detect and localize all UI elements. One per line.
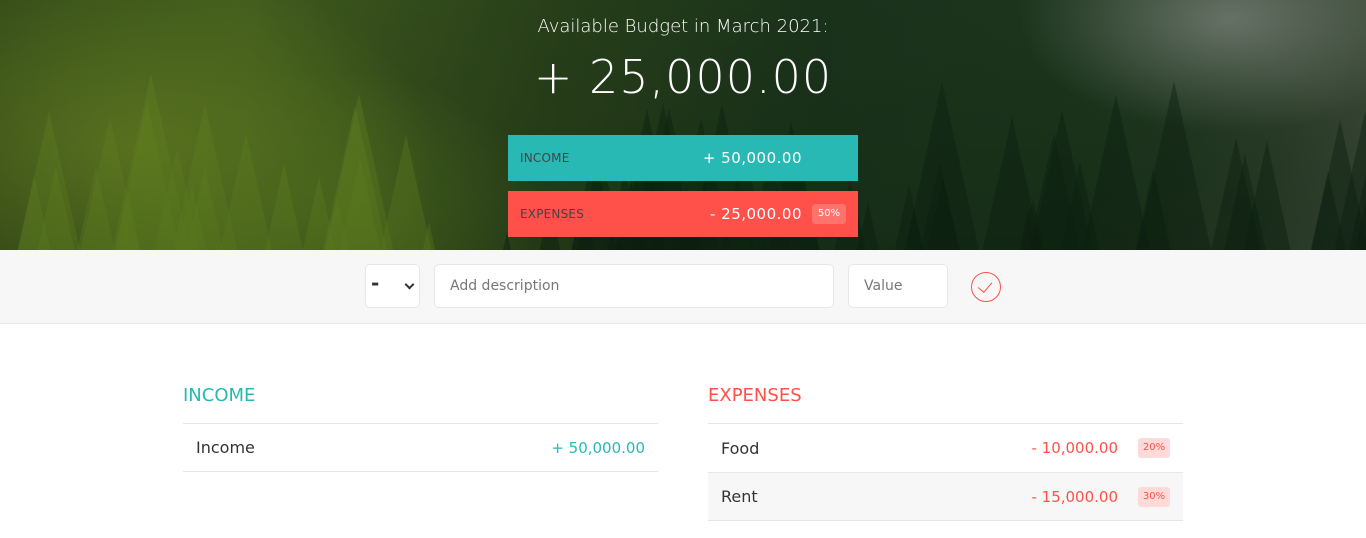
income-list: Income Income + 50,000.00	[183, 385, 658, 472]
type-select-value: -	[371, 271, 380, 295]
expense-item-value: - 10,000.00	[1031, 439, 1118, 457]
expense-item-description: Food	[721, 438, 760, 458]
income-item[interactable]: Income + 50,000.00	[183, 423, 658, 472]
add-submit-button[interactable]	[971, 272, 1001, 302]
expense-item-percentage: 20%	[1138, 438, 1170, 458]
type-select[interactable]: -	[365, 264, 420, 308]
income-list-title: Income	[183, 385, 256, 406]
expense-item[interactable]: Rent - 15,000.00 30%	[708, 472, 1183, 521]
income-summary: Income + 50,000.00	[508, 135, 858, 181]
income-item-description: Income	[196, 438, 255, 457]
expenses-summary: Expenses - 25,000.00 50%	[508, 191, 858, 237]
expenses-summary-label: Expenses	[520, 207, 585, 221]
budget-value: + 25,000.00	[533, 50, 833, 104]
description-input[interactable]	[434, 264, 834, 308]
expenses-list-title: Expenses	[708, 385, 802, 406]
expense-item-value: - 15,000.00	[1031, 487, 1118, 506]
budget-title: Available Budget in March 2021:	[537, 16, 829, 37]
expenses-list: Expenses Food - 10,000.00 20% Rent - 15,…	[708, 385, 1183, 521]
expense-item[interactable]: Food - 10,000.00 20%	[708, 423, 1183, 472]
income-item-value: + 50,000.00	[551, 438, 645, 457]
expense-item-percentage: 30%	[1138, 487, 1170, 507]
add-entry-bar: -	[0, 250, 1366, 324]
chevron-down-icon	[404, 279, 415, 290]
budget-header: Available Budget in March 2021: + 25,000…	[0, 0, 1366, 250]
expenses-percentage-badge: 50%	[812, 204, 846, 224]
income-summary-value: + 50,000.00	[702, 149, 802, 167]
value-input[interactable]	[848, 264, 948, 308]
expenses-summary-value: - 25,000.00	[709, 205, 802, 223]
expense-item-description: Rent	[721, 487, 758, 506]
income-summary-label: Income	[520, 151, 570, 165]
check-circle-icon	[977, 277, 993, 294]
